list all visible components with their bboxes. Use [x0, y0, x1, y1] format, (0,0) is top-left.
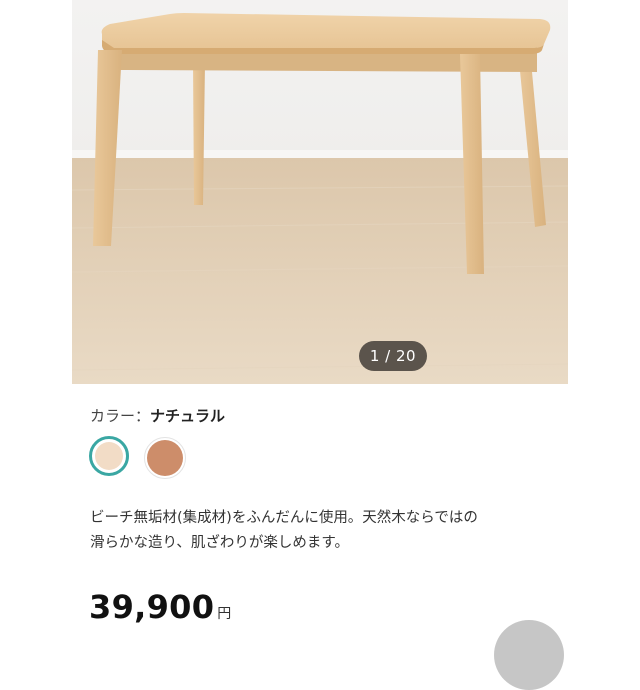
product-image-gallery[interactable]: 1 / 20 [72, 0, 568, 384]
color-swatch-brown[interactable] [144, 437, 186, 479]
color-selection-label: カラー：ナチュラル [90, 406, 225, 426]
selected-color-name: ナチュラル [150, 407, 226, 425]
color-swatch-natural[interactable] [89, 436, 129, 476]
swatch-natural-color [95, 442, 123, 470]
color-label: カラー： [90, 407, 151, 425]
image-counter: 1 / 20 [359, 341, 427, 371]
description-line-2: 滑らかな造り、肌ざわりが楽しめます。 [90, 535, 349, 551]
swatch-brown-color [147, 440, 183, 476]
product-image [72, 0, 568, 384]
floating-action-button[interactable] [494, 620, 564, 690]
price-value: 39,900 [89, 588, 215, 626]
description-line-1: ビーチ無垢材(集成材)をふんだんに使用。天然木ならではの [90, 510, 478, 526]
product-description: ビーチ無垢材(集成材)をふんだんに使用。天然木ならではの 滑らかな造り、肌ざわり… [90, 506, 560, 556]
product-price: 39,900 円 [89, 588, 231, 626]
price-currency: 円 [217, 606, 232, 622]
